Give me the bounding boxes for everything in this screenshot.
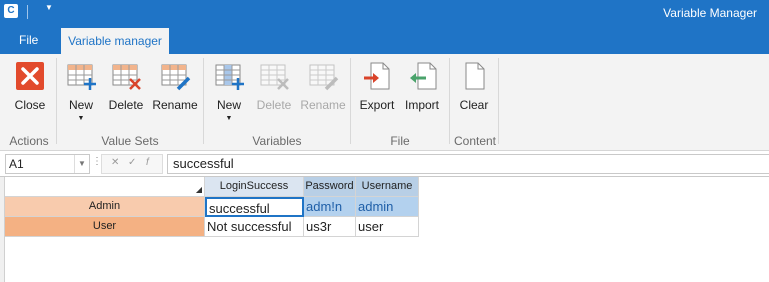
table-cell-admin-username[interactable]: admin — [356, 197, 419, 217]
app-icon[interactable]: C — [4, 4, 18, 18]
formula-buttons: ✕ ✓ f — [101, 154, 163, 174]
function-icon[interactable]: f — [146, 157, 149, 168]
close-icon — [16, 62, 44, 90]
column-header-loginsuccess[interactable]: LoginSuccess — [205, 177, 304, 197]
export-label: Export — [359, 98, 395, 112]
quick-access-dropdown-icon[interactable]: ▼ — [45, 3, 53, 12]
valueset-delete-label: Delete — [108, 98, 144, 112]
group-label-file: File — [390, 134, 410, 148]
valueset-rename-label: Rename — [152, 98, 198, 112]
tab-file[interactable]: File — [19, 33, 38, 47]
valueset-new-button[interactable]: New ▼ — [62, 60, 100, 122]
import-label: Import — [404, 98, 439, 112]
group-separator — [56, 58, 57, 144]
dropdown-arrow-icon: ▼ — [225, 115, 233, 122]
group-separator — [203, 58, 204, 144]
dropdown-arrow-icon: ▼ — [77, 115, 85, 122]
import-icon — [410, 62, 437, 90]
group-separator — [498, 58, 499, 144]
variable-delete-button[interactable]: Delete — [254, 60, 294, 112]
cancel-icon[interactable]: ✕ — [111, 157, 119, 168]
valueset-delete-button[interactable]: Delete — [106, 60, 146, 112]
table-delete-icon — [112, 64, 141, 90]
select-all-icon: ◢ — [195, 185, 202, 194]
row-header-admin[interactable]: Admin — [5, 197, 205, 217]
cell-reference: A1 — [9, 157, 24, 171]
name-box[interactable]: A1 ▼ — [5, 154, 90, 174]
table-cell-admin-loginsuccess[interactable]: successful — [205, 197, 304, 217]
column-header-password[interactable]: Password — [304, 177, 356, 197]
select-all-corner[interactable]: ◢ — [5, 177, 205, 197]
chevron-down-icon[interactable]: ▼ — [74, 155, 89, 173]
clear-label: Clear — [459, 98, 489, 112]
confirm-icon[interactable]: ✓ — [128, 157, 136, 168]
spreadsheet-grid: ◢ LoginSuccess Password Username Admin s… — [0, 176, 769, 282]
import-button[interactable]: Import — [402, 60, 442, 112]
close-button[interactable]: Close — [8, 60, 52, 112]
group-label-value-sets: Value Sets — [101, 134, 159, 148]
formula-value: successful — [173, 156, 234, 171]
close-button-label: Close — [14, 98, 46, 112]
variable-delete-label: Delete — [256, 98, 292, 112]
column-rename-icon — [309, 64, 339, 91]
column-header-username[interactable]: Username — [356, 177, 419, 197]
blank-document-icon — [465, 62, 485, 90]
table-add-icon — [67, 64, 96, 90]
title-separator — [27, 5, 28, 19]
formula-input[interactable]: successful — [167, 154, 769, 174]
export-icon — [364, 62, 390, 90]
table-cell-user-password[interactable]: us3r — [304, 217, 356, 237]
column-delete-icon — [260, 64, 289, 90]
variable-new-label: New — [216, 98, 241, 112]
group-label-variables: Variables — [252, 134, 302, 148]
group-label-content: Content — [453, 134, 497, 148]
formula-bar: A1 ▼ ⋮ ✕ ✓ f successful — [0, 151, 769, 176]
row-header-user[interactable]: User — [5, 217, 205, 237]
variable-new-button[interactable]: New ▼ — [210, 60, 248, 122]
valueset-new-label: New — [68, 98, 93, 112]
variable-rename-label: Rename — [300, 98, 346, 112]
table-cell-admin-password[interactable]: adm!n — [304, 197, 356, 217]
clear-button[interactable]: Clear — [455, 60, 493, 112]
window-title: Variable Manager — [663, 6, 757, 20]
ribbon: Close Actions New ▼ Delete Rename Value … — [0, 54, 769, 151]
valueset-rename-button[interactable]: Rename — [152, 60, 198, 112]
table-rename-icon — [161, 64, 191, 91]
table-cell-user-loginsuccess[interactable]: Not successful — [205, 217, 304, 237]
export-button[interactable]: Export — [357, 60, 397, 112]
title-bar: C ▼ Variable Manager — [0, 0, 769, 26]
column-add-icon — [215, 64, 244, 90]
group-separator — [350, 58, 351, 144]
tab-variable-manager[interactable]: Variable manager — [61, 28, 169, 54]
ribbon-tab-bar: File Variable manager — [0, 26, 769, 54]
table-cell-user-username[interactable]: user — [356, 217, 419, 237]
group-separator — [449, 58, 450, 144]
group-label-actions: Actions — [9, 134, 49, 148]
variable-rename-button[interactable]: Rename — [300, 60, 346, 112]
